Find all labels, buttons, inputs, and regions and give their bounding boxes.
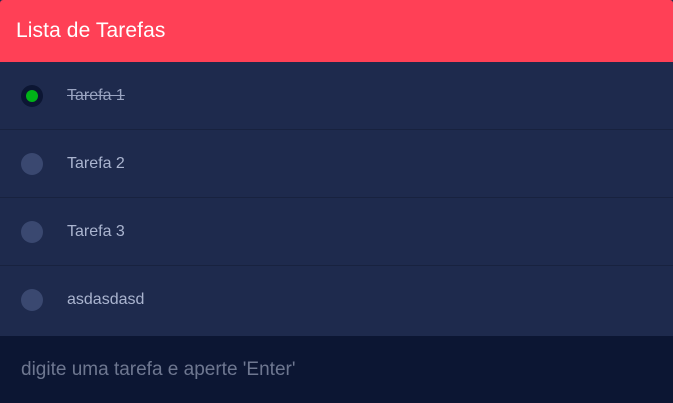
new-task-input[interactable] bbox=[0, 336, 673, 403]
task-checkbox[interactable] bbox=[21, 84, 43, 107]
app-header: Lista de Tarefas bbox=[0, 0, 673, 62]
task-label: Tarefa 3 bbox=[67, 222, 125, 240]
checked-dot-icon bbox=[26, 89, 38, 102]
task-checkbox[interactable] bbox=[21, 152, 43, 175]
task-item[interactable]: Tarefa 1 bbox=[0, 62, 673, 130]
task-list: Tarefa 1 Tarefa 2 Tarefa 3 asdasdasd bbox=[0, 62, 673, 334]
task-checkbox[interactable] bbox=[21, 220, 43, 243]
task-label: Tarefa 2 bbox=[67, 154, 125, 172]
task-item[interactable]: Tarefa 2 bbox=[0, 130, 673, 198]
task-item[interactable]: Tarefa 3 bbox=[0, 198, 673, 266]
todo-app: Lista de Tarefas Tarefa 1 Tarefa 2 Taref… bbox=[0, 0, 673, 403]
task-item[interactable]: asdasdasd bbox=[0, 266, 673, 334]
app-title: Lista de Tarefas bbox=[16, 19, 166, 42]
new-task-bar bbox=[0, 336, 673, 403]
task-label: asdasdasd bbox=[67, 291, 145, 308]
task-checkbox[interactable] bbox=[21, 289, 43, 311]
task-label: Tarefa 1 bbox=[67, 86, 125, 104]
